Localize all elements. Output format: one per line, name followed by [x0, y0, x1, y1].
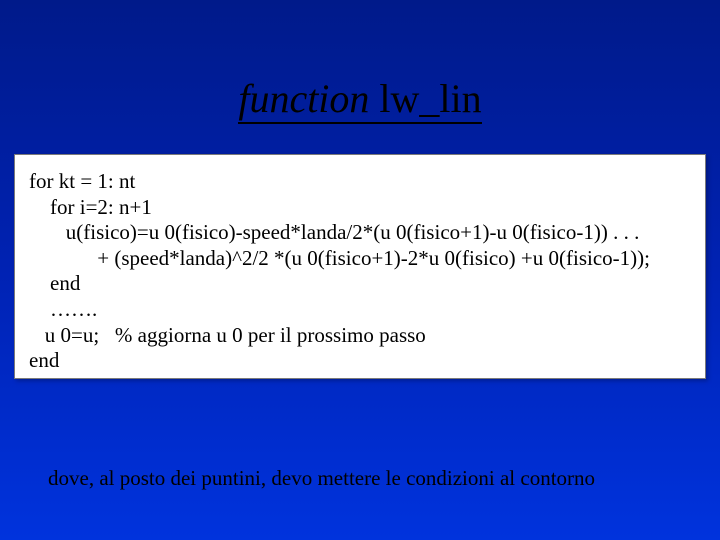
code-line: for kt = 1: nt: [29, 169, 693, 195]
code-line: u 0=u; % aggiorna u 0 per il prossimo pa…: [29, 323, 693, 349]
code-line: u(fisico)=u 0(fisico)-speed*landa/2*(u 0…: [29, 220, 693, 246]
footer-note: dove, al posto dei puntini, devo mettere…: [48, 466, 698, 491]
code-line: end: [29, 348, 693, 374]
page-title: function lw_lin: [238, 78, 481, 124]
code-line: …….: [29, 297, 693, 323]
code-box: for kt = 1: nt for i=2: n+1 u(fisico)=u …: [14, 154, 706, 379]
code-line: + (speed*landa)^2/2 *(u 0(fisico+1)-2*u …: [29, 246, 693, 272]
title-function-name: lw_lin: [369, 76, 481, 121]
code-line: end: [29, 271, 693, 297]
code-line: for i=2: n+1: [29, 195, 693, 221]
title-word-function: function: [238, 76, 369, 121]
